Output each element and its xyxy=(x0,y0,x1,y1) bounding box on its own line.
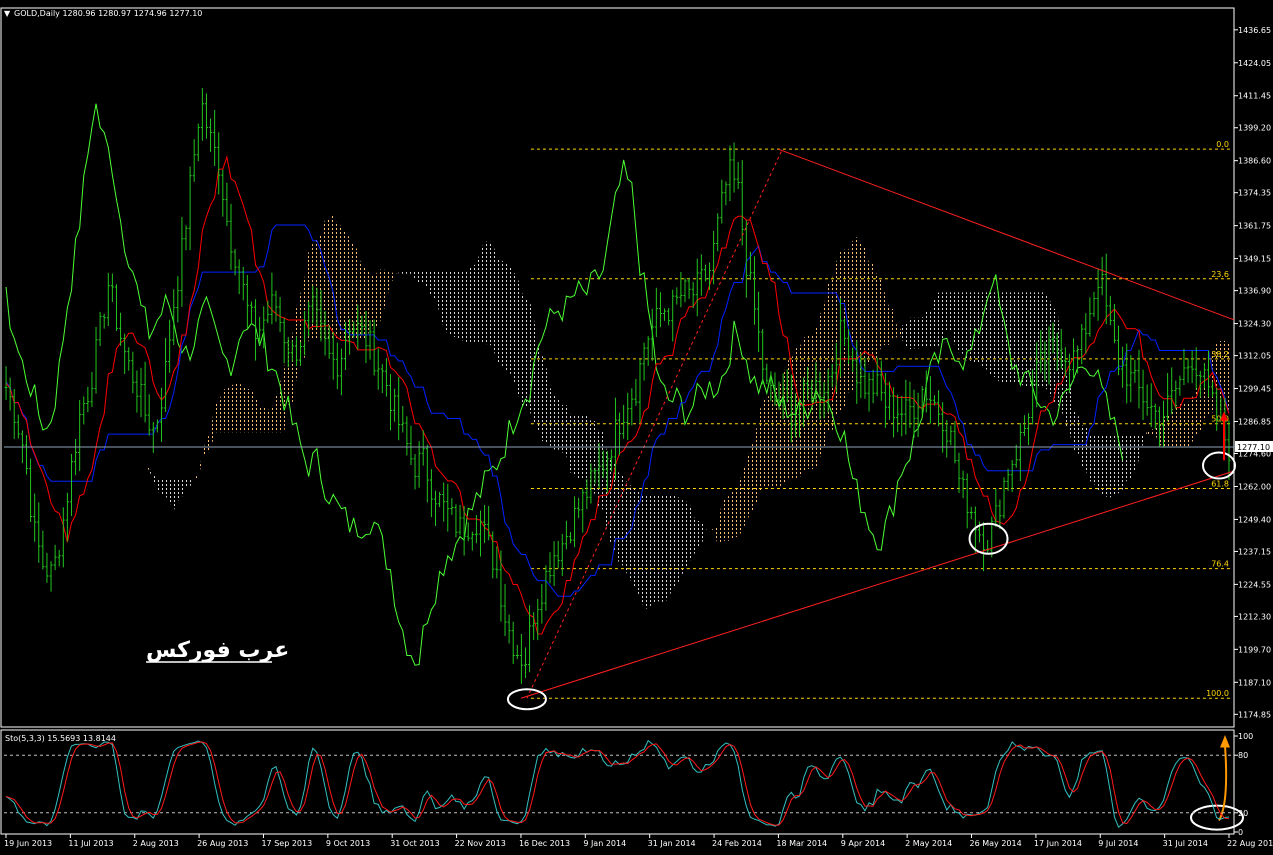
price-axis-label: 1374.35 xyxy=(1238,189,1271,198)
price-axis-label: 1299.45 xyxy=(1238,385,1271,394)
time-axis-label: 2 May 2014 xyxy=(905,839,952,848)
time-axis-label: 9 Oct 2013 xyxy=(326,839,370,848)
price-axis-label: 1199.70 xyxy=(1238,645,1271,654)
watermark-text: عرب فوركس xyxy=(146,638,289,663)
time-axis-label: 9 Apr 2014 xyxy=(841,839,885,848)
price-axis-label: 1174.85 xyxy=(1238,710,1271,719)
time-axis-label: 2 Aug 2013 xyxy=(133,839,179,848)
price-axis-label: 1224.55 xyxy=(1238,580,1271,589)
stochastic-axis-label: 80 xyxy=(1238,751,1248,760)
gold-daily-chart: 0.023.638.250.061.876.4100.0 1436.651424… xyxy=(0,0,1273,855)
fib-level-label: 23.6 xyxy=(1211,270,1229,279)
fib-level-label: 61.8 xyxy=(1211,480,1229,489)
fib-level-label: 100.0 xyxy=(1206,689,1229,698)
price-axis-label: 1436.65 xyxy=(1238,26,1271,35)
time-axis-label: 9 Jul 2014 xyxy=(1098,839,1138,848)
time-axis-label: 19 Jun 2013 xyxy=(4,839,52,848)
price-axis-label: 1411.45 xyxy=(1238,92,1271,101)
fib-level-label: 76.4 xyxy=(1211,560,1229,569)
price-axis-label: 1312.05 xyxy=(1238,352,1271,361)
time-axis-label: 17 Jun 2014 xyxy=(1034,839,1082,848)
current-price-label: 1277.10 xyxy=(1237,443,1270,452)
time-axis-label: 18 Mar 2014 xyxy=(776,839,827,848)
price-axis-label: 1262.00 xyxy=(1238,482,1271,491)
price-axis-label: 1336.90 xyxy=(1238,287,1271,296)
fib-level-label: 0.0 xyxy=(1216,140,1229,149)
time-axis-label: 16 Dec 2013 xyxy=(519,839,570,848)
price-axis-label: 1361.75 xyxy=(1238,222,1271,231)
time-axis-label: 26 May 2014 xyxy=(970,839,1022,848)
stochastic-axis-label: 100 xyxy=(1238,732,1253,741)
time-axis-label: 9 Jan 2014 xyxy=(583,839,626,848)
price-axis-label: 1286.85 xyxy=(1238,417,1271,426)
stochastic-axis-label: 20 xyxy=(1238,809,1248,818)
price-axis-label: 1249.40 xyxy=(1238,515,1271,524)
chart-dropdown-icon[interactable]: ▼ xyxy=(4,9,11,18)
time-axis-label: 22 Aug 2014 xyxy=(1227,839,1273,848)
fib-level-label: 38.2 xyxy=(1211,350,1229,359)
time-axis-label: 31 Oct 2013 xyxy=(390,839,439,848)
price-axis-label: 1399.20 xyxy=(1238,124,1271,133)
price-axis-label: 1212.30 xyxy=(1238,612,1271,621)
price-axis-label: 1187.10 xyxy=(1238,678,1271,687)
price-axis-label: 1386.60 xyxy=(1238,157,1271,166)
stochastic-axis-label: 0 xyxy=(1238,828,1243,837)
price-axis-label: 1424.05 xyxy=(1238,59,1271,68)
chart-header-info: GOLD,Daily 1280.96 1280.97 1274.96 1277.… xyxy=(14,9,202,18)
price-axis-label: 1324.30 xyxy=(1238,320,1271,329)
time-axis-label: 26 Aug 2013 xyxy=(197,839,248,848)
time-axis-label: 17 Sep 2013 xyxy=(261,839,312,848)
price-axis-label: 1237.15 xyxy=(1238,547,1271,556)
price-axis-label: 1349.15 xyxy=(1238,255,1271,264)
time-axis-label: 31 Jul 2014 xyxy=(1163,839,1208,848)
time-axis-label: 31 Jan 2014 xyxy=(648,839,696,848)
time-axis-label: 24 Feb 2014 xyxy=(712,839,762,848)
stochastic-header-info: Sto(5,3,3) 15.5693 13.8144 xyxy=(5,734,116,743)
time-axis-label: 22 Nov 2013 xyxy=(455,839,506,848)
time-axis-label: 11 Jul 2013 xyxy=(68,839,113,848)
